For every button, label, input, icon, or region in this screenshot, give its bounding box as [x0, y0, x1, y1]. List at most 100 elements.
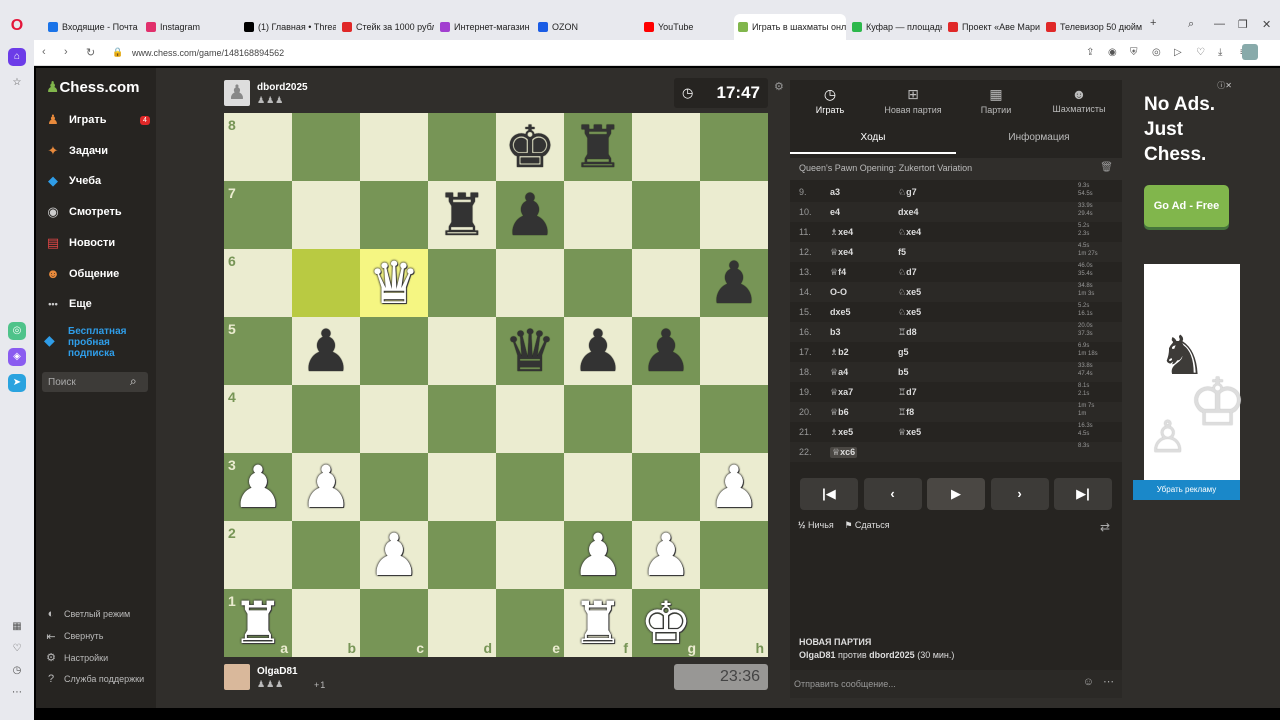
square-g5[interactable]: ♟	[632, 317, 700, 385]
white-pawn-icon[interactable]: ♟	[640, 526, 692, 584]
more-icon[interactable]: ⋯	[8, 684, 26, 702]
play-button[interactable]: ▶	[927, 478, 985, 510]
remove-ads-link[interactable]: Убрать рекламу	[1133, 480, 1240, 500]
browser-tab[interactable]: YouTube	[640, 14, 732, 40]
square-c4[interactable]	[360, 385, 428, 453]
square-g6[interactable]	[632, 249, 700, 317]
sidebar-bottom-item-3[interactable]: ? Служба поддержки	[44, 673, 144, 685]
white-move[interactable]: ♕a4	[830, 367, 848, 378]
square-b8[interactable]	[292, 113, 360, 181]
square-a2[interactable]: 2	[224, 521, 292, 589]
square-c5[interactable]	[360, 317, 428, 385]
square-f7[interactable]	[564, 181, 632, 249]
white-move[interactable]: ♕xa7	[830, 387, 853, 398]
last-move-button[interactable]: ▶|	[1054, 478, 1112, 510]
square-d2[interactable]	[428, 521, 496, 589]
square-b1[interactable]: b	[292, 589, 360, 657]
black-pawn-icon[interactable]: ♟	[708, 254, 760, 312]
back-icon[interactable]: ‹	[42, 46, 46, 58]
top-player-name[interactable]: dbord2025	[257, 82, 308, 93]
black-move[interactable]: ♖d8	[898, 327, 917, 338]
white-move[interactable]: a3	[830, 187, 840, 197]
browser-tab[interactable]: (1) Главная • Threads	[240, 14, 336, 40]
square-d6[interactable]	[428, 249, 496, 317]
square-c7[interactable]	[360, 181, 428, 249]
white-move[interactable]: dxe5	[830, 307, 851, 317]
white-pawn-icon[interactable]: ♟	[232, 458, 284, 516]
minimize-icon[interactable]: —	[1214, 18, 1225, 30]
draw-button[interactable]: Ничья	[808, 520, 834, 530]
shield-icon[interactable]: ⛨	[1130, 47, 1138, 58]
square-d4[interactable]	[428, 385, 496, 453]
sidebar-item-0[interactable]: ♟ Играть	[44, 109, 106, 131]
white-rook-icon[interactable]: ♜	[572, 594, 624, 652]
square-f3[interactable]	[564, 453, 632, 521]
new-tab-button[interactable]: +	[1150, 17, 1156, 29]
square-b4[interactable]	[292, 385, 360, 453]
square-g2[interactable]: ♟	[632, 521, 700, 589]
browser-tab[interactable]: Телевизор 50 дюймо	[1042, 14, 1142, 40]
square-h7[interactable]	[700, 181, 768, 249]
aria-icon[interactable]: ◈	[8, 348, 26, 366]
browser-tab[interactable]: Проект «Аве Мария»	[944, 14, 1040, 40]
download-icon[interactable]: ⤓	[1218, 47, 1222, 58]
top-player-avatar[interactable]: ♟	[224, 80, 250, 106]
square-e7[interactable]: ♟	[496, 181, 564, 249]
browser-tab[interactable]: Входящие - Почта М	[44, 14, 140, 40]
white-move[interactable]: ♕b6	[830, 407, 849, 418]
black-move[interactable]: ♘d7	[898, 267, 917, 278]
prev-move-button[interactable]: ‹	[863, 478, 922, 510]
white-move[interactable]: ♗xe5	[830, 427, 853, 438]
sidebar-bottom-item-2[interactable]: ⚙ Настройки	[44, 651, 108, 664]
share-icon[interactable]: ⇪	[1086, 47, 1094, 58]
square-f2[interactable]: ♟	[564, 521, 632, 589]
sidebar-item-4[interactable]: ▤ Новости	[44, 232, 115, 254]
panel-tab-2[interactable]: ▦ Партии	[956, 86, 1036, 115]
ad-free-button[interactable]: Go Ad - Free	[1144, 185, 1229, 227]
square-g8[interactable]	[632, 113, 700, 181]
flag-icon[interactable]: ⚑	[844, 520, 852, 530]
white-move[interactable]: O-O	[830, 287, 847, 297]
browser-tab[interactable]: Интернет-магазин W	[436, 14, 532, 40]
ad-info-icon[interactable]: ⓘ✕	[1217, 80, 1232, 91]
white-pawn-icon[interactable]: ♟	[708, 458, 760, 516]
square-c1[interactable]: c	[360, 589, 428, 657]
square-e5[interactable]: ♛	[496, 317, 564, 385]
black-rook-icon[interactable]: ♜	[436, 186, 488, 244]
sidebar-item-3[interactable]: ◉ Смотреть	[44, 201, 121, 223]
square-h4[interactable]	[700, 385, 768, 453]
browser-tab[interactable]: Instagram	[142, 14, 238, 40]
square-h3[interactable]: ♟	[700, 453, 768, 521]
white-move[interactable]: ♗xe4	[830, 227, 853, 238]
white-move[interactable]: e4	[830, 207, 840, 217]
square-b2[interactable]	[292, 521, 360, 589]
panel-tab-0[interactable]: ◷ Играть	[790, 86, 870, 115]
flip-board-icon[interactable]: ⇄	[1100, 520, 1110, 534]
extensions-icon[interactable]: ▦	[8, 618, 26, 636]
browser-tab[interactable]: OZON	[534, 14, 634, 40]
profile-avatar[interactable]	[1242, 44, 1258, 60]
tab-moves[interactable]: Ходы	[790, 132, 956, 143]
white-king-icon[interactable]: ♚	[640, 594, 692, 652]
square-c8[interactable]	[360, 113, 428, 181]
square-e4[interactable]	[496, 385, 564, 453]
browser-search-icon[interactable]: ⌕	[1188, 18, 1194, 31]
square-a6[interactable]: 6	[224, 249, 292, 317]
trash-icon[interactable]: 🗑	[1100, 162, 1113, 173]
square-e3[interactable]	[496, 453, 564, 521]
square-d3[interactable]	[428, 453, 496, 521]
heart-icon[interactable]: ♡	[8, 640, 26, 658]
black-pawn-icon[interactable]: ♟	[572, 322, 624, 380]
sidebar-item-1[interactable]: ✦ Задачи	[44, 140, 108, 162]
chatgpt-icon[interactable]: ◎	[8, 322, 26, 340]
square-f5[interactable]: ♟	[564, 317, 632, 385]
square-e6[interactable]	[496, 249, 564, 317]
square-h1[interactable]: h	[700, 589, 768, 657]
square-f8[interactable]: ♜	[564, 113, 632, 181]
home-icon[interactable]: ⌂	[8, 48, 26, 66]
square-d8[interactable]	[428, 113, 496, 181]
browser-tab[interactable]: Играть в шахматы онлай	[734, 14, 846, 40]
maximize-icon[interactable]: ❐	[1238, 18, 1248, 31]
new-game-player1[interactable]: OlgaD81	[799, 650, 836, 660]
sidebar-item-6[interactable]: ••• Еще	[44, 293, 91, 315]
